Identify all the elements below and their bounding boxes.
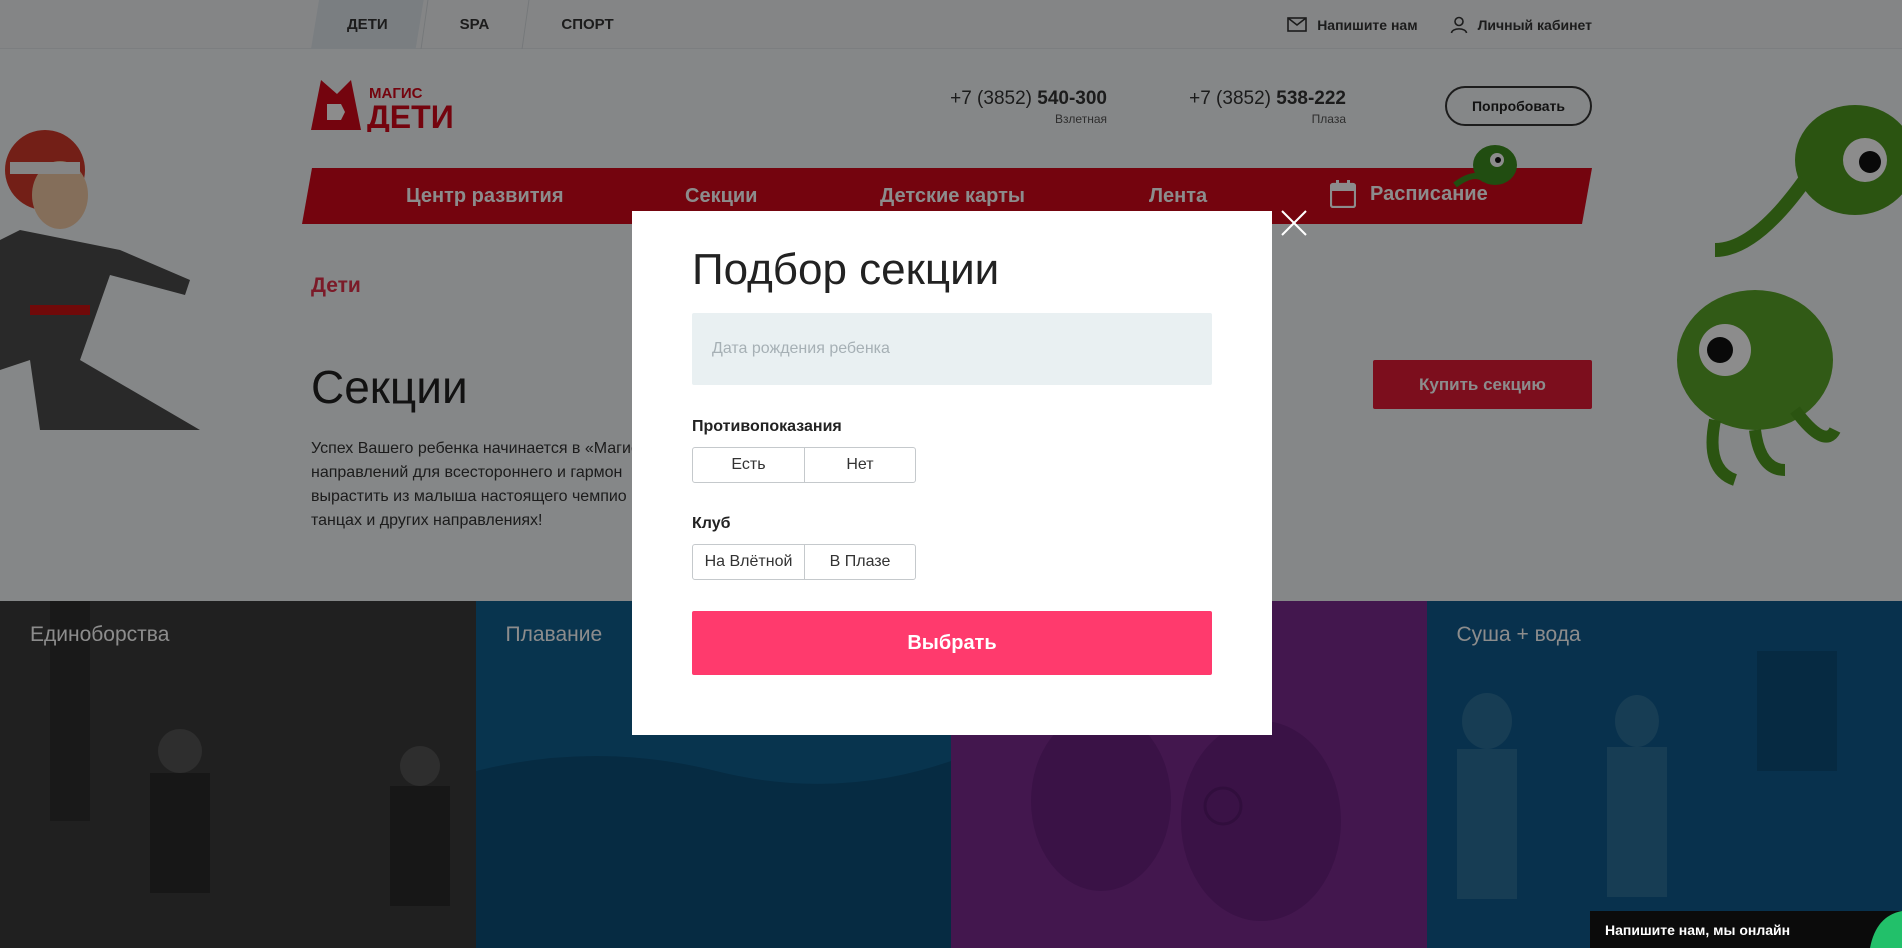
contraindications-label: Противопоказания <box>692 418 842 435</box>
club-label: Клуб <box>692 515 731 532</box>
contraindications-no-option[interactable]: Нет <box>804 448 915 482</box>
contraindications-yes-option[interactable]: Есть <box>693 448 804 482</box>
club-plaza-option[interactable]: В Плазе <box>804 545 915 579</box>
close-icon <box>1281 210 1307 236</box>
close-modal-button[interactable] <box>1279 208 1309 238</box>
chat-leaf-icon <box>1870 911 1902 948</box>
chat-widget[interactable]: Напишите нам, мы онлайн <box>1590 911 1902 948</box>
birthdate-input[interactable] <box>692 313 1212 385</box>
chat-label: Напишите нам, мы онлайн <box>1605 921 1791 938</box>
modal-title: Подбор секции <box>692 245 1000 294</box>
choose-button[interactable]: Выбрать <box>692 611 1212 675</box>
section-picker-modal: Подбор секции Противопоказания Есть Нет … <box>632 211 1272 735</box>
contraindications-toggle: Есть Нет <box>692 447 916 483</box>
club-toggle: На Влётной В Плазе <box>692 544 916 580</box>
club-vzletnaya-option[interactable]: На Влётной <box>693 545 804 579</box>
